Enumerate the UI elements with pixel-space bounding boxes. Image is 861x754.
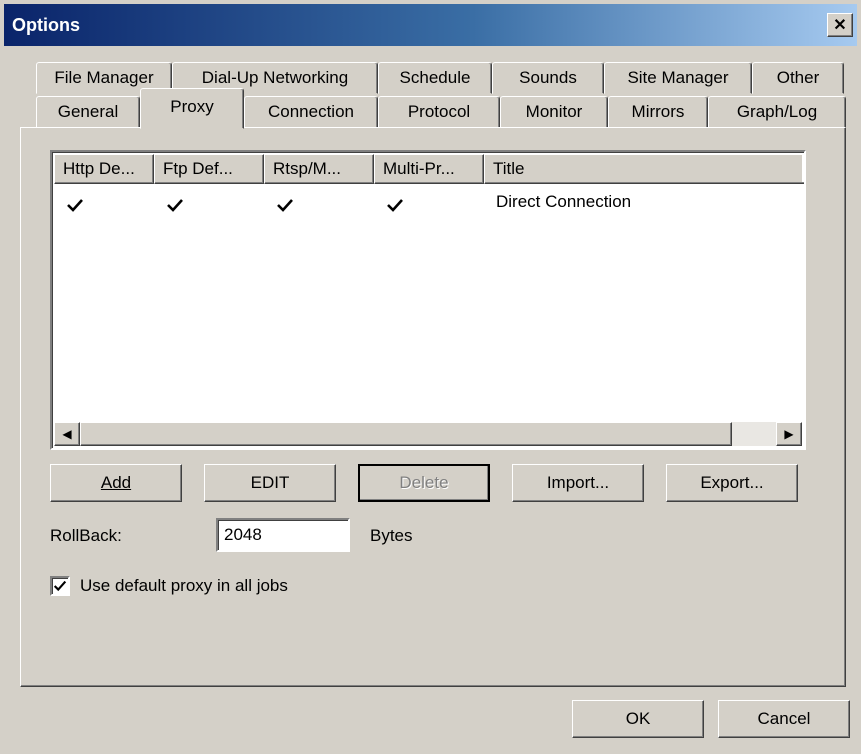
button-label: Add (100, 473, 132, 492)
tab-label: File Manager (54, 68, 154, 87)
column-label: Title (493, 159, 525, 178)
arrow-left-icon: ◀ (62, 427, 72, 441)
tab-label: Dial-Up Networking (201, 68, 349, 87)
arrow-right-icon: ▶ (784, 427, 794, 441)
column-header-rtsp-default[interactable]: Rtsp/M... (264, 154, 374, 184)
options-dialog: Options ✕ File Manager Dial-Up Networkin… (0, 0, 861, 754)
horizontal-scrollbar[interactable]: ◀ ▶ (54, 422, 802, 446)
scroll-right-button[interactable]: ▶ (776, 422, 802, 446)
checkmark-icon[interactable] (166, 196, 184, 214)
scroll-left-button[interactable]: ◀ (54, 422, 80, 446)
default-proxy-checkbox[interactable] (50, 576, 70, 596)
cancel-button[interactable]: Cancel (718, 700, 850, 738)
tab-label: Connection (267, 102, 354, 121)
button-label: EDIT (250, 473, 290, 492)
tab-graph-log[interactable]: Graph/Log (708, 96, 846, 128)
button-label: Cancel (757, 709, 811, 728)
tab-site-manager[interactable]: Site Manager (604, 62, 752, 94)
column-label: Http De... (63, 159, 135, 178)
tab-label: Graph/Log (736, 102, 818, 121)
tab-label: Site Manager (627, 68, 729, 87)
tab-label: General (57, 102, 119, 121)
window-title: Options (12, 15, 80, 35)
tab-connection[interactable]: Connection (244, 96, 378, 128)
column-header-multi-proxy[interactable]: Multi-Pr... (374, 154, 484, 184)
tab-label: Other (776, 68, 820, 87)
tab-label: Protocol (407, 102, 471, 121)
tab-label: Schedule (399, 68, 471, 87)
button-label: Export... (700, 473, 764, 492)
tab-label: Mirrors (631, 102, 685, 121)
tab-label: Proxy (170, 97, 214, 116)
rollback-label: RollBack: (50, 526, 122, 545)
tab-schedule[interactable]: Schedule (378, 62, 492, 94)
tab-protocol[interactable]: Protocol (378, 96, 500, 128)
checkmark-icon (53, 580, 67, 592)
add-button[interactable]: Add (50, 464, 182, 502)
column-label: Rtsp/M... (273, 159, 342, 178)
column-header-http-default[interactable]: Http De... (54, 154, 154, 184)
button-label: Import... (546, 473, 610, 492)
checkmark-icon[interactable] (276, 196, 294, 214)
close-button[interactable]: ✕ (827, 13, 853, 37)
import-button[interactable]: Import... (512, 464, 644, 502)
tab-label: Monitor (525, 102, 583, 121)
default-proxy-label[interactable]: Use default proxy in all jobs (80, 576, 288, 596)
column-header-title[interactable]: Title (484, 154, 804, 184)
list-header: Http De... Ftp Def... Rtsp/M... Multi-Pr… (54, 154, 804, 184)
scroll-thumb[interactable] (80, 422, 732, 446)
rollback-unit: Bytes (370, 526, 413, 545)
title-bar[interactable]: Options ✕ (4, 4, 857, 46)
button-label: Delete (399, 473, 449, 492)
export-button[interactable]: Export... (666, 464, 798, 502)
tab-other[interactable]: Other (752, 62, 844, 94)
tab-general[interactable]: General (36, 96, 140, 128)
row-title: Direct Connection (496, 192, 632, 211)
rollback-input[interactable]: 2048 (216, 518, 350, 552)
ok-button[interactable]: OK (572, 700, 704, 738)
tab-mirrors[interactable]: Mirrors (608, 96, 708, 128)
column-header-ftp-default[interactable]: Ftp Def... (154, 154, 264, 184)
button-label: OK (625, 709, 651, 728)
tab-monitor[interactable]: Monitor (500, 96, 608, 128)
delete-button[interactable]: Delete (358, 464, 490, 502)
tab-label: Sounds (519, 68, 577, 87)
close-icon: ✕ (833, 17, 847, 34)
tab-sounds[interactable]: Sounds (492, 62, 604, 94)
table-row[interactable]: Direct Connection (54, 184, 802, 218)
tab-proxy[interactable]: Proxy (140, 88, 244, 129)
checkmark-icon[interactable] (66, 196, 84, 214)
checkmark-icon[interactable] (386, 196, 404, 214)
column-label: Multi-Pr... (383, 159, 455, 178)
proxy-list[interactable]: Http De... Ftp Def... Rtsp/M... Multi-Pr… (50, 150, 806, 450)
edit-button[interactable]: EDIT (204, 464, 336, 502)
column-label: Ftp Def... (163, 159, 233, 178)
